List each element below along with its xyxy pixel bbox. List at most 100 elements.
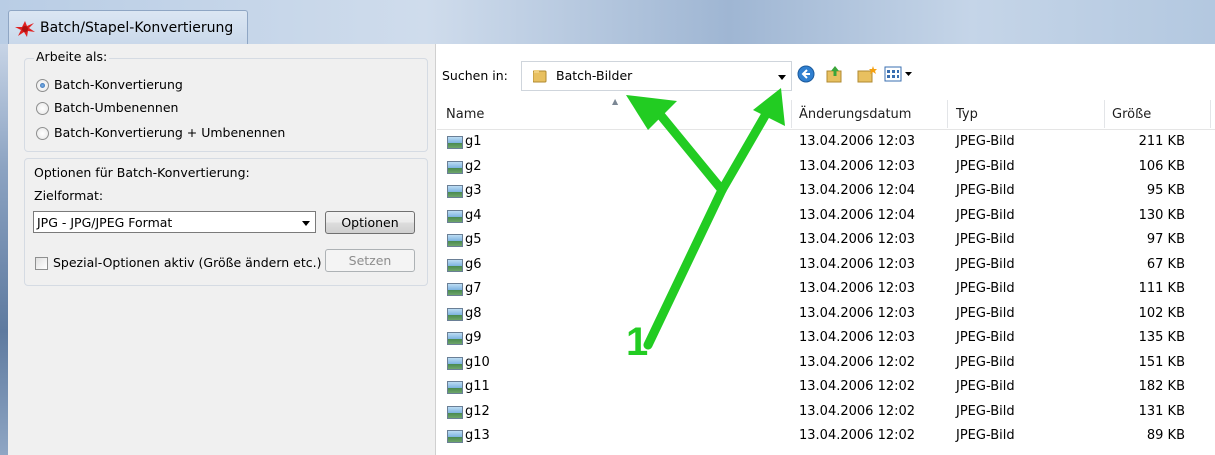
file-date: 13.04.2006 12:03: [799, 134, 916, 149]
file-size: 151 KB: [1138, 354, 1185, 370]
table-row[interactable]: g4 13.04.2006 12:04 JPEG-Bild 130 KB: [437, 204, 1215, 229]
app-logo-icon: [15, 21, 35, 37]
file-name: g3: [465, 183, 482, 198]
file-name: g12: [465, 403, 490, 419]
file-name: g4: [465, 207, 482, 223]
file-name: g9: [465, 330, 482, 345]
file-type: JPEG-Bild: [956, 158, 1015, 174]
file-size: 130 KB: [1138, 207, 1185, 223]
special-options-label[interactable]: Spezial-Optionen aktiv (Größe ändern etc…: [53, 255, 321, 270]
options-button[interactable]: Optionen: [325, 211, 415, 234]
radio-batch-conversion[interactable]: [36, 79, 49, 92]
image-file-icon: [447, 430, 463, 443]
location-dropdown-icon[interactable]: [778, 75, 786, 80]
sort-ascending-icon: ▲: [612, 97, 619, 106]
file-name: g6: [465, 256, 482, 272]
location-value: Batch-Bilder: [556, 68, 633, 83]
radio-conversion-rename[interactable]: [36, 127, 49, 140]
view-menu-icon[interactable]: [884, 65, 920, 83]
file-type: JPEG-Bild: [956, 256, 1015, 272]
mode-group-label: Arbeite als:: [34, 49, 110, 64]
image-file-icon: [447, 258, 463, 272]
image-file-icon: [447, 307, 463, 321]
file-type: JPEG-Bild: [956, 183, 1015, 198]
window-border: [0, 44, 8, 455]
file-type: JPEG-Bild: [956, 379, 1015, 394]
file-name: g5: [465, 232, 482, 247]
column-divider[interactable]: [947, 100, 948, 128]
set-button[interactable]: Setzen: [325, 249, 415, 272]
file-date: 13.04.2006 12:04: [799, 183, 916, 198]
file-date: 13.04.2006 12:03: [799, 256, 916, 272]
image-file-icon: [447, 234, 463, 247]
file-type: JPEG-Bild: [956, 330, 1015, 345]
table-row[interactable]: g5 13.04.2006 12:03 JPEG-Bild 97 KB: [437, 228, 1215, 253]
window-title: Batch/Stapel-Konvertierung: [40, 20, 234, 36]
file-size: 97 KB: [1146, 232, 1185, 247]
table-row[interactable]: g2 13.04.2006 12:03 JPEG-Bild 106 KB: [437, 155, 1215, 180]
search-in-label: Suchen in:: [442, 68, 508, 83]
image-file-icon: [447, 405, 463, 419]
file-date: 13.04.2006 12:02: [799, 403, 916, 419]
table-row[interactable]: g9 13.04.2006 12:03 JPEG-Bild 135 KB: [437, 326, 1215, 351]
file-size: 106 KB: [1138, 158, 1185, 174]
table-row[interactable]: g6 13.04.2006 12:03 JPEG-Bild 67 KB: [437, 253, 1215, 278]
file-size: 131 KB: [1138, 403, 1185, 419]
new-folder-icon[interactable]: [856, 65, 878, 83]
file-type: JPEG-Bild: [956, 305, 1015, 321]
radio-batch-rename[interactable]: [36, 102, 49, 115]
file-name: g1: [465, 134, 482, 149]
table-row[interactable]: g10 13.04.2006 12:02 JPEG-Bild 151 KB: [437, 351, 1215, 376]
file-date: 13.04.2006 12:03: [799, 305, 916, 321]
image-file-icon: [447, 209, 463, 223]
table-row[interactable]: g13 13.04.2006 12:02 JPEG-Bild 89 KB: [437, 424, 1215, 449]
file-date: 13.04.2006 12:03: [799, 330, 916, 345]
file-date: 13.04.2006 12:03: [799, 232, 916, 247]
folder-icon: [533, 70, 547, 83]
file-date: 13.04.2006 12:03: [799, 158, 916, 174]
image-file-icon: [447, 356, 463, 370]
file-type: JPEG-Bild: [956, 232, 1015, 247]
file-type: JPEG-Bild: [956, 207, 1015, 223]
file-name: g10: [465, 354, 490, 370]
up-folder-icon[interactable]: [825, 65, 845, 83]
file-size: 182 KB: [1138, 379, 1185, 394]
table-row[interactable]: g11 13.04.2006 12:02 JPEG-Bild 182 KB: [437, 375, 1215, 400]
file-size: 95 KB: [1146, 183, 1185, 198]
target-format-value: JPG - JPG/JPEG Format: [37, 215, 173, 230]
file-name: g13: [465, 428, 490, 443]
file-name: g8: [465, 305, 482, 321]
file-type: JPEG-Bild: [956, 134, 1015, 149]
column-divider[interactable]: [791, 100, 792, 128]
table-row[interactable]: g3 13.04.2006 12:04 JPEG-Bild 95 KB: [437, 179, 1215, 204]
file-name: g7: [465, 281, 482, 296]
table-row[interactable]: g12 13.04.2006 12:02 JPEG-Bild 131 KB: [437, 400, 1215, 425]
column-header-size[interactable]: Größe: [1112, 107, 1151, 122]
file-type: JPEG-Bild: [956, 354, 1015, 370]
table-row[interactable]: g7 13.04.2006 12:03 JPEG-Bild 111 KB: [437, 277, 1215, 302]
chevron-down-icon: [302, 221, 310, 226]
back-icon[interactable]: [797, 65, 815, 83]
file-date: 13.04.2006 12:03: [799, 281, 916, 296]
table-row[interactable]: g8 13.04.2006 12:03 JPEG-Bild 102 KB: [437, 302, 1215, 327]
image-file-icon: [447, 381, 463, 394]
column-header-date[interactable]: Änderungsdatum: [799, 107, 911, 122]
target-format-select[interactable]: JPG - JPG/JPEG Format: [33, 211, 316, 233]
radio-conversion-rename-label[interactable]: Batch-Konvertierung + Umbenennen: [54, 125, 285, 140]
file-type: JPEG-Bild: [956, 428, 1015, 443]
radio-batch-conversion-label[interactable]: Batch-Konvertierung: [54, 77, 183, 92]
file-date: 13.04.2006 12:02: [799, 354, 916, 370]
radio-batch-rename-label[interactable]: Batch-Umbenennen: [54, 100, 178, 115]
column-header-type[interactable]: Typ: [956, 107, 978, 122]
file-name: g11: [465, 379, 490, 394]
column-divider[interactable]: [1210, 100, 1211, 128]
column-header-name[interactable]: Name: [446, 107, 484, 122]
column-divider[interactable]: [1104, 100, 1105, 128]
table-row[interactable]: g1 13.04.2006 12:03 JPEG-Bild 211 KB: [437, 130, 1215, 155]
file-size: 89 KB: [1146, 428, 1185, 443]
file-list: g1 13.04.2006 12:03 JPEG-Bild 211 KB g2 13.0…: [437, 130, 1215, 449]
special-options-checkbox[interactable]: [35, 257, 48, 270]
image-file-icon: [447, 185, 463, 198]
image-file-icon: [447, 160, 463, 174]
image-file-icon: [447, 136, 463, 149]
